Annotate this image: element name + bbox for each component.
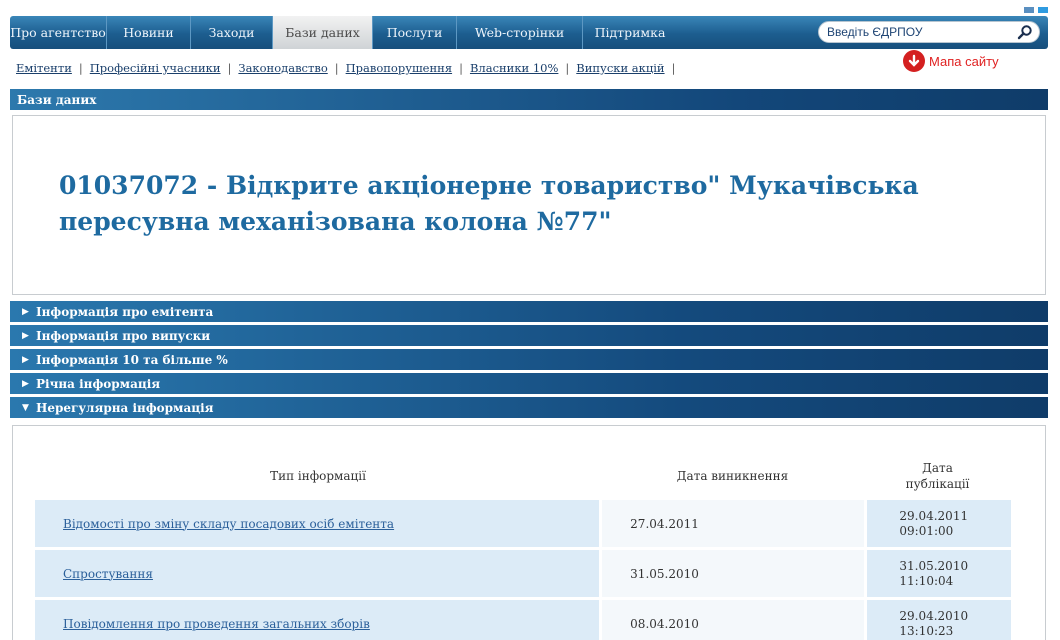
nav-tab-services[interactable]: Послуги xyxy=(373,16,457,49)
header-line: Дата xyxy=(922,461,953,475)
nav-tab-events[interactable]: Заходи xyxy=(191,16,273,49)
info-accordion: ▶ Інформація про емітента ▶ Інформація п… xyxy=(10,301,1048,421)
nav-tab-about[interactable]: Про агентство xyxy=(10,16,107,49)
accordion-issuer-info[interactable]: ▶ Інформація про емітента xyxy=(10,301,1048,322)
search-box xyxy=(818,21,1040,43)
cell-publication-date: 31.05.2010 11:10:04 xyxy=(867,550,1011,597)
cell-publication-date: 29.04.2010 13:10:23 xyxy=(867,600,1011,640)
cell-occurrence-date: 31.05.2010 xyxy=(602,550,865,597)
chevron-right-icon: ▶ xyxy=(22,330,29,341)
table-header: Тип інформації Дата виникнення Дата публ… xyxy=(35,452,1011,500)
cell-type: Відомості про зміну складу посадових осі… xyxy=(35,500,600,547)
irregular-info-table: Тип інформації Дата виникнення Дата публ… xyxy=(35,452,1011,640)
chevron-down-icon: ▼ xyxy=(22,402,29,413)
sitemap-label: Мапа сайту xyxy=(929,53,999,69)
accordion-10-percent-info[interactable]: ▶ Інформація 10 та більше % xyxy=(10,349,1048,370)
chevron-right-icon: ▶ xyxy=(22,306,29,317)
info-type-link[interactable]: Спростування xyxy=(63,567,153,581)
publication-time: 13:10:23 xyxy=(899,623,954,638)
table-row: Спростування 31.05.2010 31.05.2010 11:10… xyxy=(35,550,1011,597)
edrpou-search-input[interactable] xyxy=(827,23,1007,41)
publication-time: 11:10:04 xyxy=(899,573,954,588)
subnav-link-violations[interactable]: Правопорушення xyxy=(346,61,452,75)
cell-occurrence-date: 27.04.2011 xyxy=(602,500,865,547)
down-arrow-icon xyxy=(903,50,925,72)
sitemap-link[interactable]: Мапа сайту xyxy=(903,50,999,72)
header-line: публікації xyxy=(905,477,970,491)
table-row: Відомості про зміну складу посадових осі… xyxy=(35,500,1011,547)
publication-date: 29.04.2010 xyxy=(899,608,969,623)
separator: | xyxy=(334,61,339,75)
table-row: Повідомлення про проведення загальних зб… xyxy=(35,600,1011,640)
main-nav: Про агентство Новини Заходи Бази даних П… xyxy=(10,16,1048,49)
column-header-occurrence-date: Дата виникнення xyxy=(676,469,789,483)
subnav-link-share-issues[interactable]: Випуски акцій xyxy=(576,61,664,75)
accordion-label: Інформація про емітента xyxy=(36,304,214,319)
nav-tab-news[interactable]: Новини xyxy=(107,16,191,49)
cell-type: Повідомлення про проведення загальних зб… xyxy=(35,600,600,640)
accordion-label: Нерегулярна інформація xyxy=(36,400,214,415)
social-icons xyxy=(1022,0,1052,13)
separator: | xyxy=(78,61,83,75)
nav-tab-web-pages[interactable]: Web-сторінки xyxy=(457,16,583,49)
info-type-link[interactable]: Відомості про зміну складу посадових осі… xyxy=(63,517,394,531)
column-header-type: Тип інформації xyxy=(270,469,366,483)
nav-tab-support[interactable]: Підтримка xyxy=(583,16,677,49)
company-title-box: 01037072 - Відкрите акціонерне товариств… xyxy=(12,115,1046,295)
publication-date: 31.05.2010 xyxy=(899,558,969,573)
accordion-annual-info[interactable]: ▶ Річна інформація xyxy=(10,373,1048,394)
cell-type: Спростування xyxy=(35,550,600,597)
cell-publication-date: 29.04.2011 09:01:00 xyxy=(867,500,1011,547)
irregular-info-panel: Тип інформації Дата виникнення Дата публ… xyxy=(12,425,1046,640)
subnav-link-legislation[interactable]: Законодавство xyxy=(238,61,327,75)
section-header: Бази даних xyxy=(10,89,1048,110)
separator: | xyxy=(227,61,232,75)
chevron-right-icon: ▶ xyxy=(22,354,29,365)
search-icon[interactable] xyxy=(1017,24,1033,40)
separator: | xyxy=(459,61,463,75)
publication-date: 29.04.2011 xyxy=(899,508,969,523)
separator: | xyxy=(671,61,676,75)
column-header-publication-date: Дата публікації xyxy=(864,460,1011,492)
chevron-right-icon: ▶ xyxy=(22,378,29,389)
accordion-label: Інформація 10 та більше % xyxy=(36,352,228,367)
subnav-link-issuers[interactable]: Емітенти xyxy=(16,61,72,75)
accordion-issues-info[interactable]: ▶ Інформація про випуски xyxy=(10,325,1048,346)
info-type-link[interactable]: Повідомлення про проведення загальних зб… xyxy=(63,617,370,631)
cell-occurrence-date: 08.04.2010 xyxy=(602,600,865,640)
separator: | xyxy=(565,61,570,75)
accordion-label: Інформація про випуски xyxy=(36,328,211,343)
subnav-link-owners-10[interactable]: Власники 10% xyxy=(470,61,558,75)
accordion-label: Річна інформація xyxy=(36,376,161,391)
publication-time: 09:01:00 xyxy=(899,523,954,538)
nav-tab-databases[interactable]: Бази даних xyxy=(273,16,373,49)
accordion-irregular-info[interactable]: ▼ Нерегулярна інформація xyxy=(10,397,1048,418)
subnav-link-professional-participants[interactable]: Професійні учасники xyxy=(90,61,221,75)
company-title: 01037072 - Відкрите акціонерне товариств… xyxy=(59,171,919,236)
sub-nav: Емітенти | Професійні учасники | Законод… xyxy=(16,58,682,78)
